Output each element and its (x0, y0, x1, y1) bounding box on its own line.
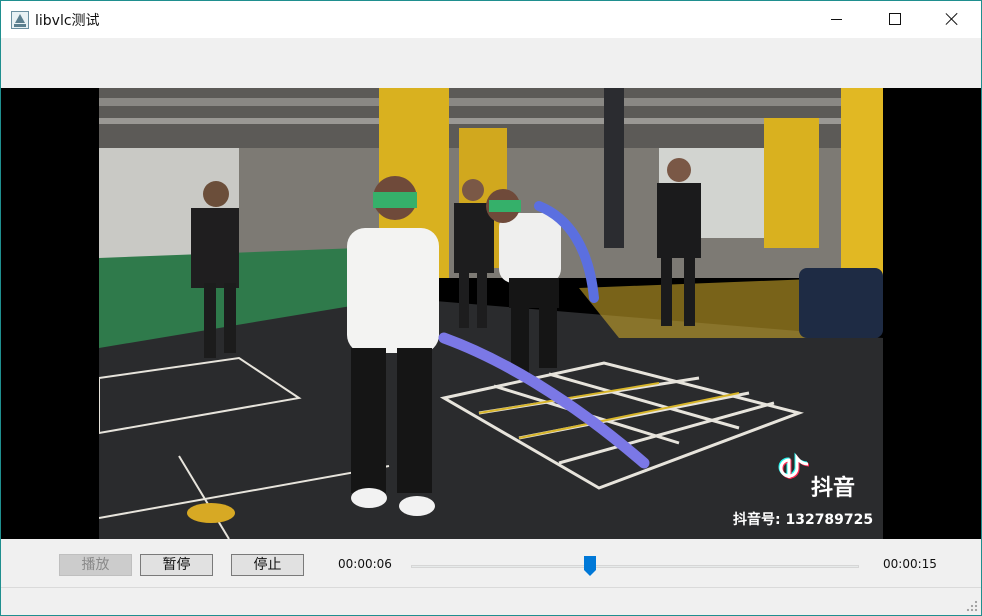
pillar (764, 118, 819, 248)
pillar (841, 88, 883, 278)
pause-button[interactable]: 暂停 (140, 554, 213, 576)
close-icon (945, 12, 959, 26)
title-bar[interactable]: libvlc测试 (1, 1, 981, 38)
maximize-icon (889, 13, 901, 25)
total-time: 00:00:15 (883, 557, 937, 571)
video-scene: 抖音 抖音号: 132789725 (99, 88, 883, 539)
close-button[interactable] (923, 1, 981, 38)
minimize-icon (831, 19, 842, 20)
video-display[interactable]: 抖音 抖音号: 132789725 (1, 88, 981, 539)
floor-marker (187, 503, 235, 523)
play-button[interactable]: 播放 (59, 554, 132, 576)
watermark-name: 抖音 (811, 475, 855, 501)
video-frame: 抖音 抖音号: 132789725 (99, 88, 883, 539)
seek-slider-handle[interactable] (584, 556, 597, 576)
resize-grip-icon[interactable] (966, 600, 978, 612)
playback-controls: 播放 暂停 停止 00:00:06 00:00:15 (1, 539, 981, 587)
window-title: libvlc测试 (35, 13, 100, 29)
chair (799, 268, 883, 338)
app-window: libvlc测试 抖音 抖音号: 132789725 播放 暂停 停止 00:0… (0, 0, 982, 616)
seek-slider[interactable] (411, 565, 859, 568)
app-icon (11, 11, 29, 29)
minimize-button[interactable] (807, 1, 865, 38)
stop-button[interactable]: 停止 (231, 554, 304, 576)
pillar (604, 88, 624, 248)
maximize-button[interactable] (865, 1, 923, 38)
watermark-id: 抖音号: 132789725 (733, 511, 873, 528)
current-time: 00:00:06 (338, 557, 392, 571)
status-bar (1, 587, 981, 615)
ceiling-light (99, 98, 883, 106)
